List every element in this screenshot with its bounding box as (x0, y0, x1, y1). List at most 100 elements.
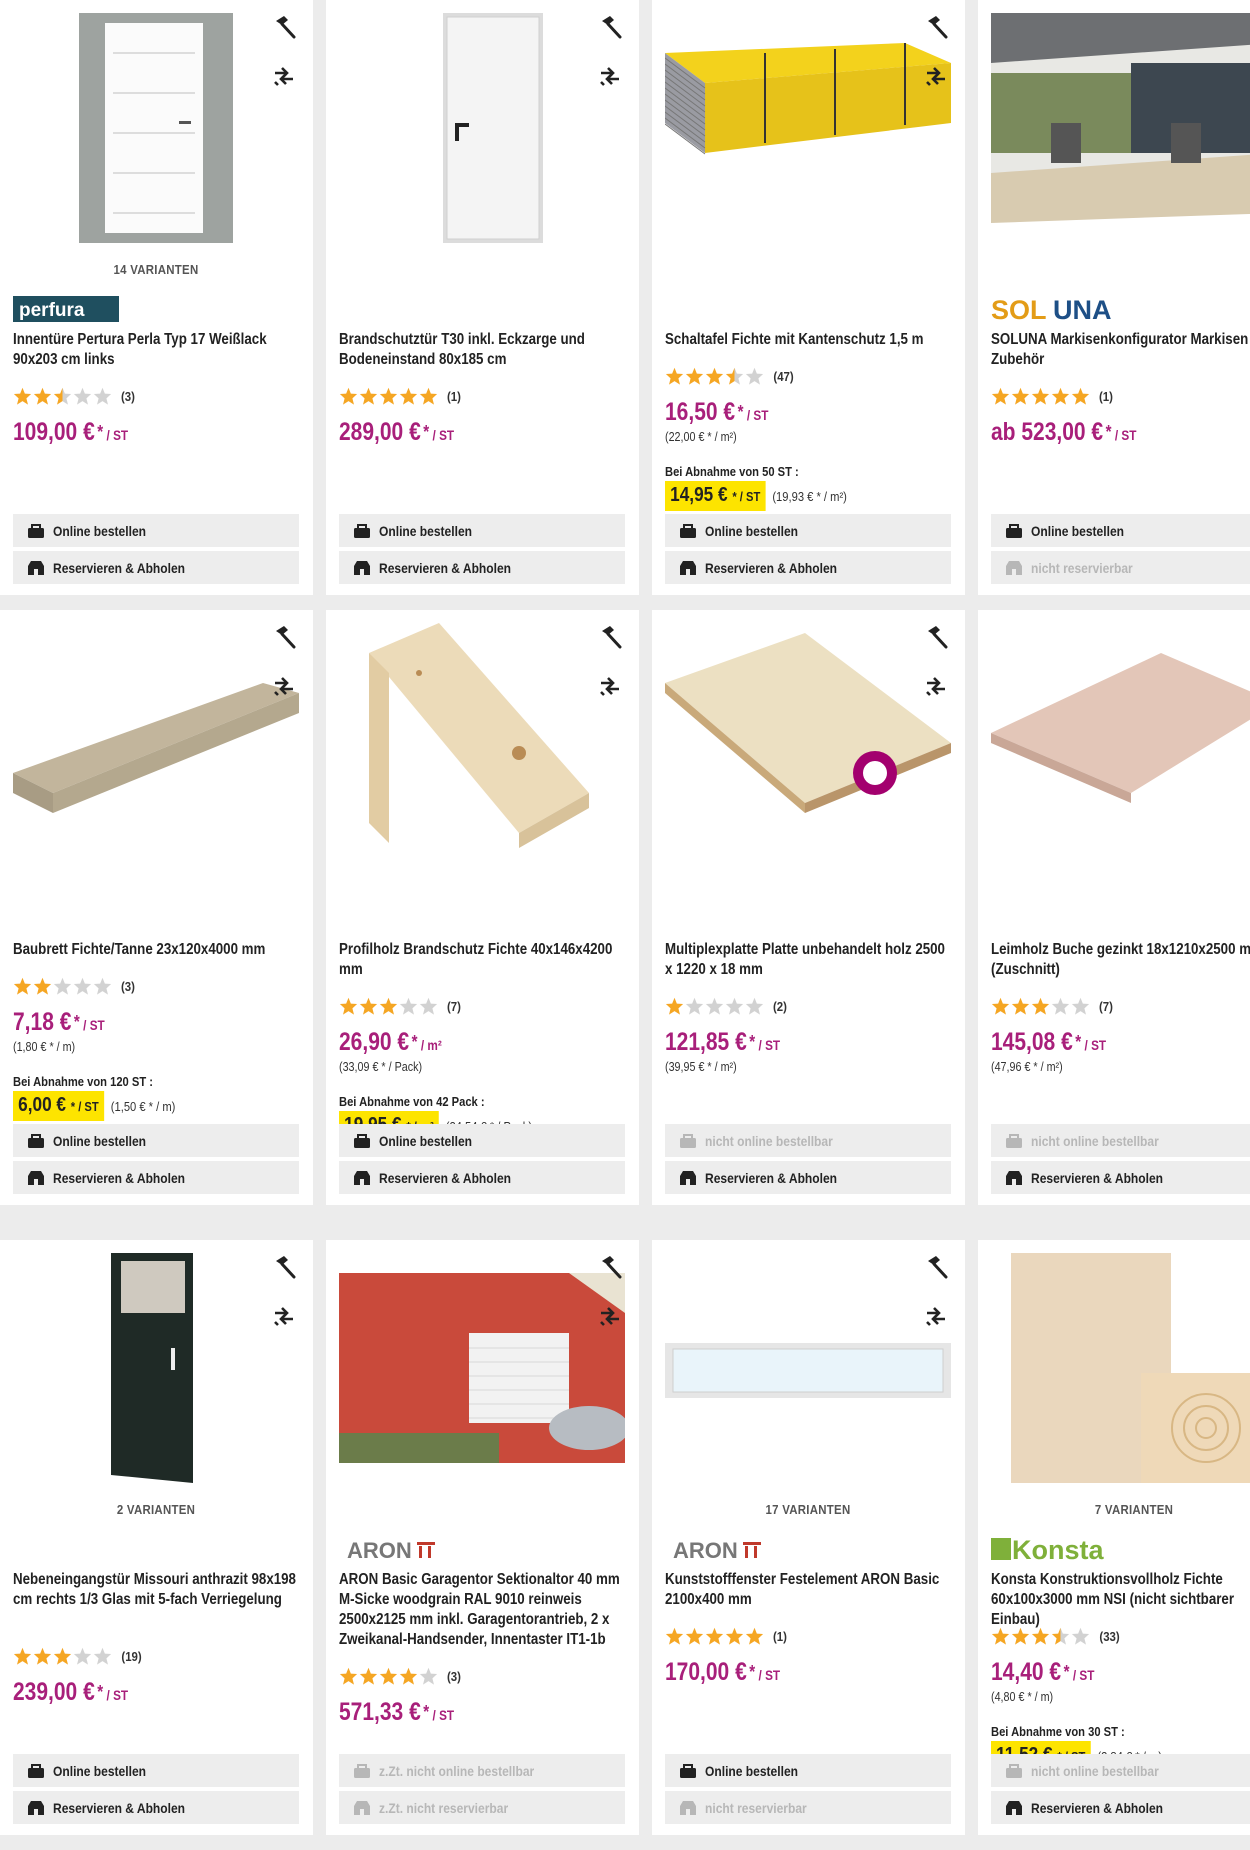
reserve-pickup-button[interactable]: Reservieren & Abholen (665, 551, 951, 584)
compare-icon[interactable] (596, 62, 624, 90)
variants-count[interactable]: 17 VARIANTEN (682, 1502, 934, 1517)
rating-star-icon (73, 977, 92, 995)
product-image[interactable] (339, 623, 625, 853)
product-card[interactable]: Baubrett Fichte/Tanne 23x120x4000 mm (3) 7… (0, 610, 313, 1205)
rating-star-icon (33, 977, 52, 995)
product-card[interactable]: SOL UNA SOLUNA Markisenkonfigurator Markis… (978, 0, 1250, 595)
product-card[interactable]: 2 VARIANTEN Nebeneingangstür Missouri ant… (0, 1240, 313, 1835)
reserve-pickup-button[interactable]: Reservieren & Abholen (13, 1161, 299, 1194)
compare-icon[interactable] (270, 62, 298, 90)
product-title[interactable]: Multiplexplatte Platte unbehandelt holz … (665, 940, 949, 980)
bulk-price: 6,00 € (18, 1094, 66, 1116)
compare-icon[interactable] (596, 1302, 624, 1330)
product-title[interactable]: Innentüre Pertura Perla Typ 17 Weißlack … (13, 330, 297, 370)
online-order-button[interactable]: Online bestellen (665, 1754, 951, 1787)
product-title[interactable]: Kunststofffenster Festelement ARON Basic… (665, 1570, 949, 1610)
product-title[interactable]: Baubrett Fichte/Tanne 23x120x4000 mm (13, 940, 297, 960)
compare-icon[interactable] (922, 1302, 950, 1330)
online-order-button[interactable]: Online bestellen (665, 514, 951, 547)
product-title[interactable]: ARON Basic Garagentor Sektionaltor 40 mm… (339, 1570, 623, 1650)
product-rating[interactable]: (2) (665, 996, 788, 1016)
reserve-pickup-button[interactable]: Reservieren & Abholen (991, 1791, 1250, 1824)
hammer-icon[interactable] (596, 13, 624, 41)
product-image[interactable] (991, 1253, 1250, 1483)
reserve-pickup-button[interactable]: Reservieren & Abholen (665, 1161, 951, 1194)
product-rating[interactable]: (7) (339, 996, 462, 1016)
hammer-icon[interactable] (922, 623, 950, 651)
review-count: (3) (446, 1668, 461, 1684)
product-title[interactable]: Konsta Konstruktionsvollholz Fichte 60x1… (991, 1570, 1250, 1630)
product-card[interactable]: 7 VARIANTEN Konsta Konsta Konstruktionsvol… (978, 1240, 1250, 1835)
compare-icon[interactable] (270, 1302, 298, 1330)
hammer-icon[interactable] (270, 1253, 298, 1281)
compare-icon[interactable] (596, 672, 624, 700)
product-image[interactable] (13, 1253, 299, 1483)
variants-count[interactable]: 14 VARIANTEN (30, 262, 282, 277)
hammer-icon[interactable] (270, 13, 298, 41)
product-rating[interactable]: (47) (665, 366, 795, 386)
product-title[interactable]: Schaltafel Fichte mit Kantenschutz 1,5 m (665, 330, 949, 350)
product-card[interactable]: Schaltafel Fichte mit Kantenschutz 1,5 m… (652, 0, 965, 595)
hammer-icon[interactable] (596, 1253, 624, 1281)
product-card[interactable]: ARON ARON Basic Garagentor Sektionaltor 4… (326, 1240, 639, 1835)
reserve-pickup-button[interactable]: Reservieren & Abholen (991, 1161, 1250, 1194)
product-title[interactable]: Leimholz Buche gezinkt 18x1210x2500 mm (… (991, 940, 1250, 980)
product-rating[interactable]: (33) (991, 1626, 1121, 1646)
product-image[interactable] (339, 1253, 625, 1483)
product-title[interactable]: Nebeneingangstür Missouri anthrazit 98x1… (13, 1570, 297, 1610)
product-card[interactable]: Leimholz Buche gezinkt 18x1210x2500 mm (… (978, 610, 1250, 1205)
product-card[interactable]: Brandschutztür T30 inkl. Eckzarge und Bo… (326, 0, 639, 595)
product-title[interactable]: SOLUNA Markisenkonfigurator Markisen mit… (991, 330, 1250, 370)
product-title[interactable]: Profilholz Brandschutz Fichte 40x146x420… (339, 940, 623, 980)
online-order-button[interactable]: Online bestellen (339, 1124, 625, 1157)
online-order-button[interactable]: Online bestellen (991, 514, 1250, 547)
online-order-button[interactable]: Online bestellen (339, 514, 625, 547)
hammer-icon[interactable] (596, 623, 624, 651)
hammer-icon[interactable] (922, 1253, 950, 1281)
compare-icon[interactable] (922, 672, 950, 700)
online-order-button[interactable]: Online bestellen (13, 1754, 299, 1787)
product-image[interactable] (665, 623, 951, 853)
reserve-pickup-button[interactable]: Reservieren & Abholen (13, 551, 299, 584)
product-image[interactable] (991, 13, 1250, 243)
price-value: 121,85 € (665, 1028, 747, 1056)
product-rating[interactable]: (1) (991, 386, 1114, 406)
product-card[interactable]: 17 VARIANTEN ARON Kunststofffenster Festel… (652, 1240, 965, 1835)
svg-text:UNA: UNA (1053, 295, 1112, 325)
product-rating[interactable]: (3) (13, 976, 136, 996)
price-asterisk: * (73, 1012, 80, 1032)
online-order-button[interactable]: Online bestellen (13, 514, 299, 547)
hammer-icon[interactable] (270, 623, 298, 651)
reserve-pickup-button[interactable]: Reservieren & Abholen (13, 1791, 299, 1824)
product-rating[interactable]: (19) (13, 1646, 143, 1666)
product-rating[interactable]: (3) (339, 1666, 462, 1686)
variants-count[interactable]: 2 VARIANTEN (30, 1502, 282, 1517)
product-rating[interactable]: (1) (339, 386, 462, 406)
store-icon (1005, 1800, 1023, 1816)
online-order-button[interactable]: Online bestellen (13, 1124, 299, 1157)
compare-icon[interactable] (922, 62, 950, 90)
product-card[interactable]: Multiplexplatte Platte unbehandelt holz … (652, 610, 965, 1205)
variants-count[interactable]: 7 VARIANTEN (1008, 1502, 1250, 1517)
product-image[interactable] (665, 13, 951, 243)
product-rating[interactable]: (1) (665, 1626, 788, 1646)
product-image[interactable] (991, 623, 1250, 853)
rating-star-icon (991, 387, 1010, 405)
reserve-pickup-button[interactable]: Reservieren & Abholen (339, 1161, 625, 1194)
product-card[interactable]: 14 VARIANTEN perfura Innentüre Pertura Per… (0, 0, 313, 595)
rating-star-icon (1011, 387, 1030, 405)
rating-star-icon (359, 387, 378, 405)
product-rating[interactable]: (7) (991, 996, 1114, 1016)
product-card[interactable]: Profilholz Brandschutz Fichte 40x146x420… (326, 610, 639, 1205)
product-image[interactable] (13, 13, 299, 243)
compare-icon[interactable] (270, 672, 298, 700)
product-image[interactable] (339, 13, 625, 243)
product-image[interactable] (665, 1253, 951, 1483)
product-title[interactable]: Brandschutztür T30 inkl. Eckzarge und Bo… (339, 330, 623, 370)
reserve-pickup-button[interactable]: Reservieren & Abholen (339, 551, 625, 584)
product-image[interactable] (13, 623, 299, 853)
price-asterisk: * (1105, 422, 1112, 442)
product-rating[interactable]: (3) (13, 386, 136, 406)
rating-star-icon (705, 997, 724, 1015)
hammer-icon[interactable] (922, 13, 950, 41)
